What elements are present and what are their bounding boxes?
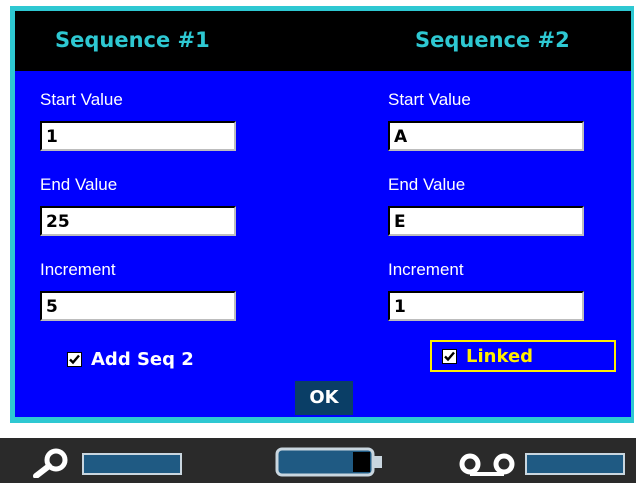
dialog-header: Sequence #1 Sequence #2: [15, 11, 631, 71]
add-seq-2-checkbox[interactable]: Add Seq 2: [67, 344, 194, 374]
checkbox-check-icon: [442, 348, 457, 364]
screen: Sequence #1 Sequence #2 Start Value 1 En…: [0, 0, 636, 483]
ok-button[interactable]: OK: [295, 381, 353, 415]
checkbox-check-icon: [67, 351, 82, 367]
sequence-1-title: Sequence #1: [55, 28, 210, 52]
sequence-dialog: Sequence #1 Sequence #2 Start Value 1 En…: [10, 6, 634, 423]
seq1-start-input[interactable]: 1: [40, 121, 236, 151]
search-icon: [33, 448, 68, 478]
right-gauge: [525, 453, 625, 475]
seq1-increment-input[interactable]: 5: [40, 291, 236, 321]
battery-icon: [275, 447, 382, 477]
tape-icon: [459, 453, 515, 476]
seq2-start-input[interactable]: A: [388, 121, 584, 151]
sequence-2-title: Sequence #2: [415, 28, 570, 52]
seq2-end-label: End Value: [388, 175, 466, 194]
seq2-increment-label: Increment: [388, 260, 464, 279]
seq2-start-label: Start Value: [388, 90, 471, 109]
seq1-end-input[interactable]: 25: [40, 206, 236, 236]
linked-label: Linked: [466, 345, 534, 367]
seq1-increment-label: Increment: [40, 260, 116, 279]
linked-checkbox[interactable]: Linked: [430, 340, 616, 372]
seq2-end-input[interactable]: E: [388, 206, 584, 236]
seq1-start-label: Start Value: [40, 90, 123, 109]
dialog-body: Sequence #1 Sequence #2 Start Value 1 En…: [15, 11, 631, 417]
left-gauge: [82, 453, 182, 475]
seq2-increment-input[interactable]: 1: [388, 291, 584, 321]
add-seq-2-label: Add Seq 2: [91, 348, 194, 370]
seq1-end-label: End Value: [40, 175, 118, 194]
